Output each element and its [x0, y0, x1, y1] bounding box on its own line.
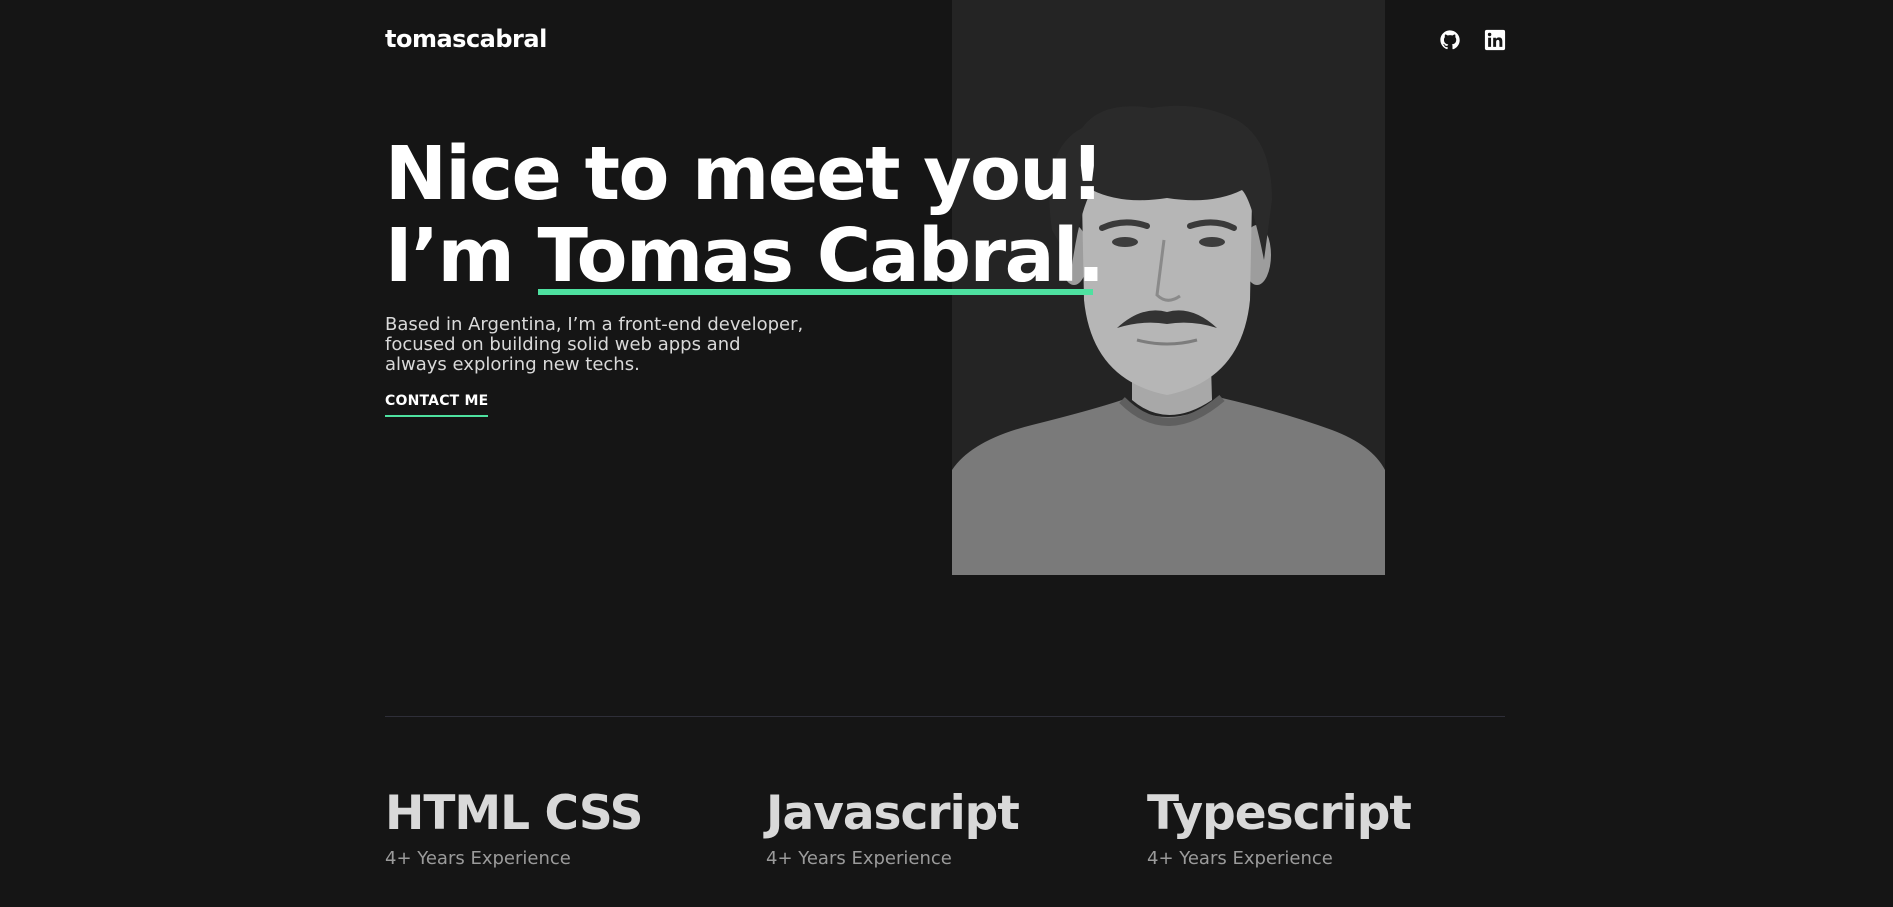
skill-item: Javascript 4+ Years Experience [766, 786, 1020, 869]
hero-heading: Nice to meet you! I’m Tomas Cabral. [385, 131, 1105, 299]
hero-name: Tomas Cabral. [537, 213, 1105, 299]
hero-greeting: Nice to meet you! [385, 131, 1104, 217]
hero-intro-prefix: I’m [385, 213, 538, 299]
site-logo[interactable]: tomascabral [385, 25, 547, 53]
contact-me-link[interactable]: CONTACT ME [385, 393, 489, 417]
skill-title: HTML CSS [385, 786, 643, 841]
skill-title: Typescript [1147, 786, 1412, 841]
skill-experience: 4+ Years Experience [1147, 848, 1333, 869]
skill-item: Typescript 4+ Years Experience [1147, 786, 1412, 869]
skill-item: HTML CSS 4+ Years Experience [385, 786, 643, 869]
section-divider [385, 716, 1505, 717]
skill-title: Javascript [766, 786, 1020, 841]
skill-experience: 4+ Years Experience [385, 848, 571, 869]
skill-experience: 4+ Years Experience [766, 848, 952, 869]
github-icon [1440, 30, 1460, 50]
linkedin-icon [1484, 29, 1506, 51]
portfolio-page: tomascabral Nice to meet you! I’m Tomas … [0, 0, 1893, 907]
linkedin-link[interactable] [1483, 28, 1507, 52]
github-link[interactable] [1438, 28, 1462, 52]
hero-description: Based in Argentina, I’m a front-end deve… [385, 314, 804, 375]
